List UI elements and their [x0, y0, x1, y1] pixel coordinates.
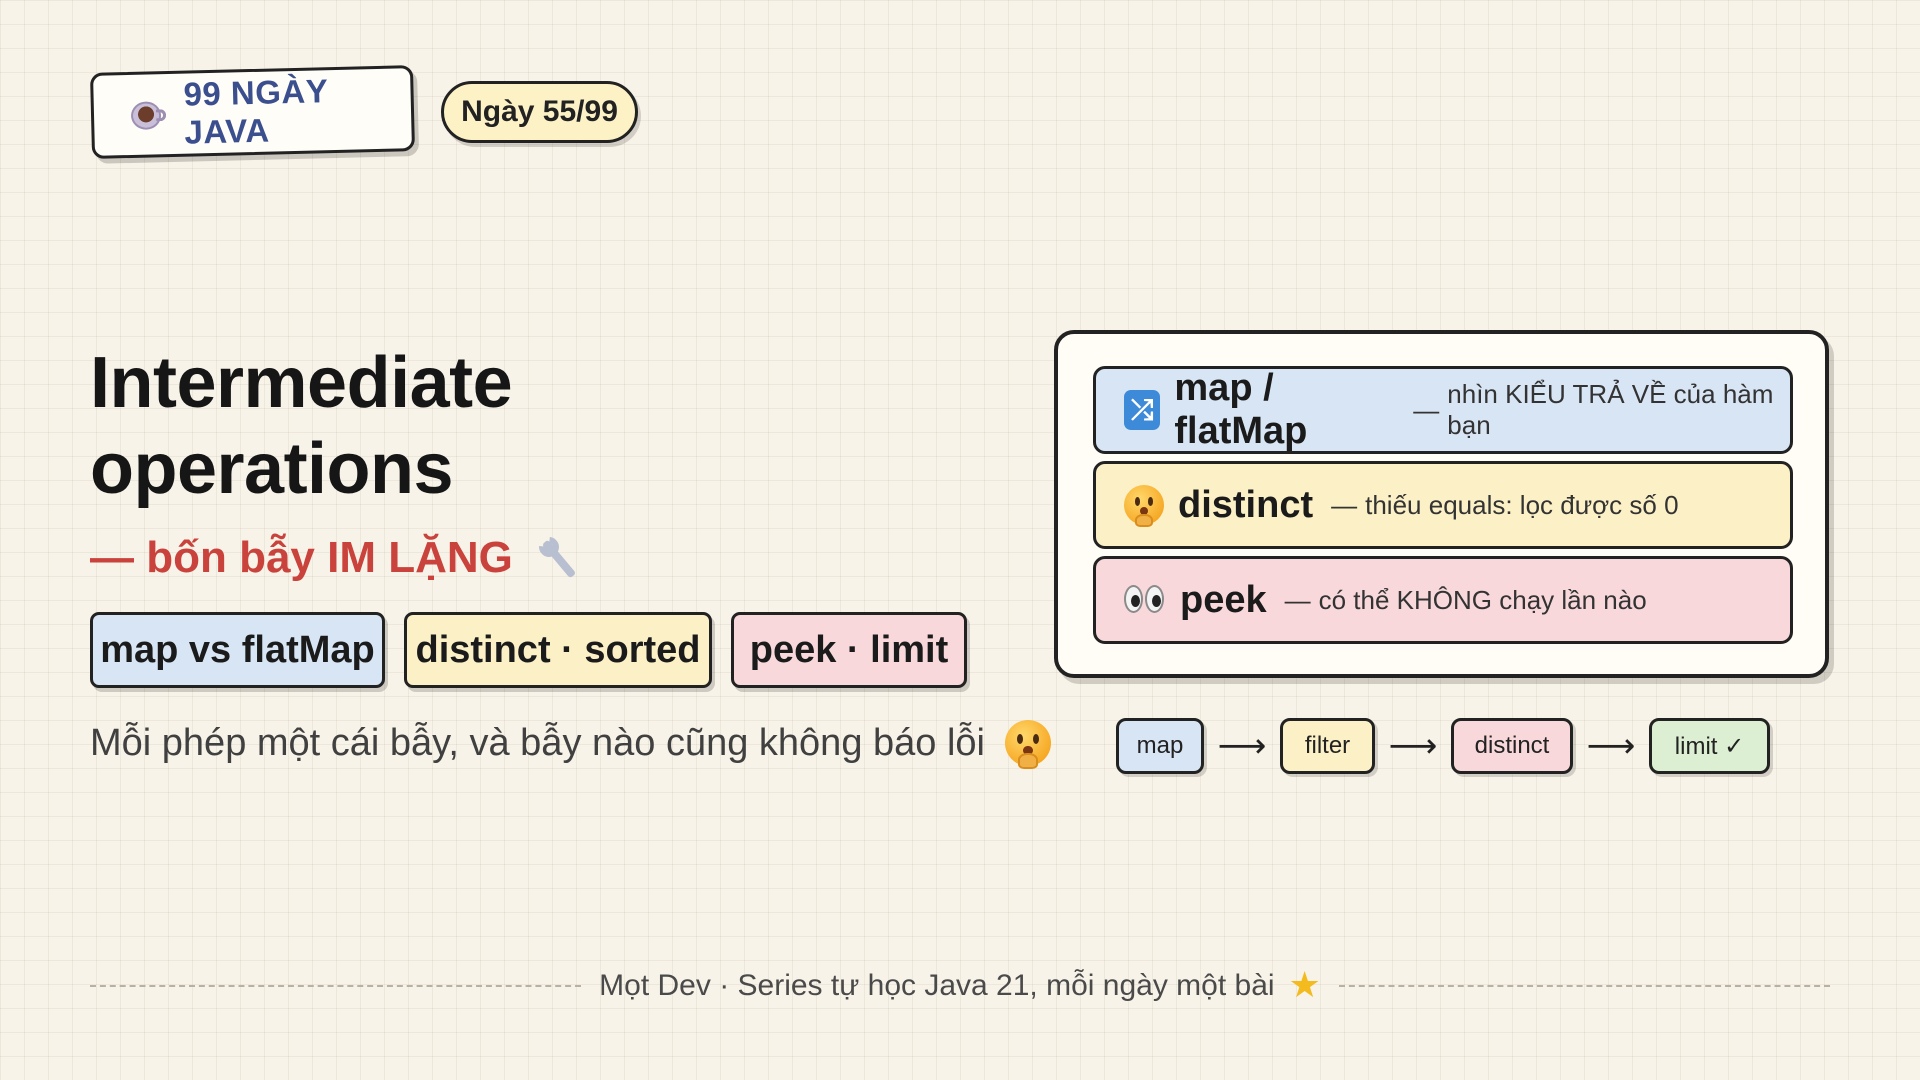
shushing-face-icon [1005, 720, 1051, 769]
topic-tags: map vs flatMap distinct · sorted peek · … [90, 612, 967, 688]
trap-dash: — [1413, 394, 1440, 425]
coffee-cup-icon [128, 95, 167, 134]
footer-divider-right [1338, 985, 1830, 987]
trap-name: map / flatMap [1174, 367, 1308, 452]
page-title: Intermediate operations [90, 340, 513, 512]
pipeline-step-distinct: distinct [1451, 718, 1573, 774]
tag-peek-limit: peek · limit [731, 612, 967, 688]
wrench-icon [534, 532, 581, 581]
pipeline-step-filter: filter [1280, 718, 1375, 774]
footer-credit: Mọt Dev · Series tự học Java 21, mỗi ngà… [581, 968, 1339, 1004]
arrow-right-icon: ⟶ [1586, 726, 1636, 766]
shushing-face-icon [1124, 485, 1164, 528]
trap-dash: — [1331, 489, 1358, 520]
pipeline-diagram: map ⟶ filter ⟶ distinct ⟶ limit ✓ [1116, 718, 1770, 774]
shuffle-icon: ⤮ [1124, 390, 1161, 430]
trap-name: peek [1180, 578, 1267, 621]
subtitle-text: — bốn bẫy IM LẶNG [90, 533, 513, 582]
trap-name: distinct [1178, 483, 1314, 526]
description-text: Mỗi phép một cái bẫy, và bẫy nào cũng kh… [90, 721, 985, 764]
traps-card: ⤮ map / flatMap — nhìn KIỂU TRẢ VỀ của h… [1054, 330, 1829, 678]
arrow-right-icon: ⟶ [1388, 726, 1438, 766]
pipeline-step-map: map [1116, 718, 1204, 774]
footer: Mọt Dev · Series tự học Java 21, mỗi ngà… [90, 962, 1830, 1010]
trap-dash: — [1284, 584, 1311, 615]
title-line-2: operations [90, 429, 454, 509]
trap-note: có thể KHÔNG chạy lần nào [1318, 584, 1647, 615]
footer-divider-left [90, 985, 582, 987]
title-line-1: Intermediate [90, 343, 513, 423]
eyes-icon [1124, 583, 1166, 617]
trap-note: nhìn KIỂU TRẢ VỀ của hàm bạn [1447, 379, 1774, 440]
brand-badge: 99 NGÀY JAVA [89, 65, 416, 159]
trap-note: thiếu equals: lọc được số 0 [1365, 489, 1679, 520]
arrow-right-icon: ⟶ [1217, 726, 1267, 766]
description: Mỗi phép một cái bẫy, và bẫy nào cũng kh… [90, 720, 1051, 769]
tag-map-vs-flatmap: map vs flatMap [90, 612, 385, 688]
footer-text: Mọt Dev · Series tự học Java 21, mỗi ngà… [599, 969, 1275, 1002]
brand-label: 99 NGÀY JAVA [183, 72, 329, 151]
subtitle: — bốn bẫy IM LẶNG [90, 532, 581, 583]
pipeline-step-limit: limit ✓ [1649, 718, 1770, 774]
day-badge: Ngày 55/99 [441, 81, 638, 143]
trap-row-peek: peek — có thể KHÔNG chạy lần nào [1093, 556, 1793, 644]
trap-row-distinct: distinct — thiếu equals: lọc được số 0 [1093, 461, 1793, 549]
star-icon: ★ [1288, 965, 1321, 1006]
tag-distinct-sorted: distinct · sorted [404, 612, 712, 688]
trap-row-map-flatmap: ⤮ map / flatMap — nhìn KIỂU TRẢ VỀ của h… [1093, 366, 1793, 454]
